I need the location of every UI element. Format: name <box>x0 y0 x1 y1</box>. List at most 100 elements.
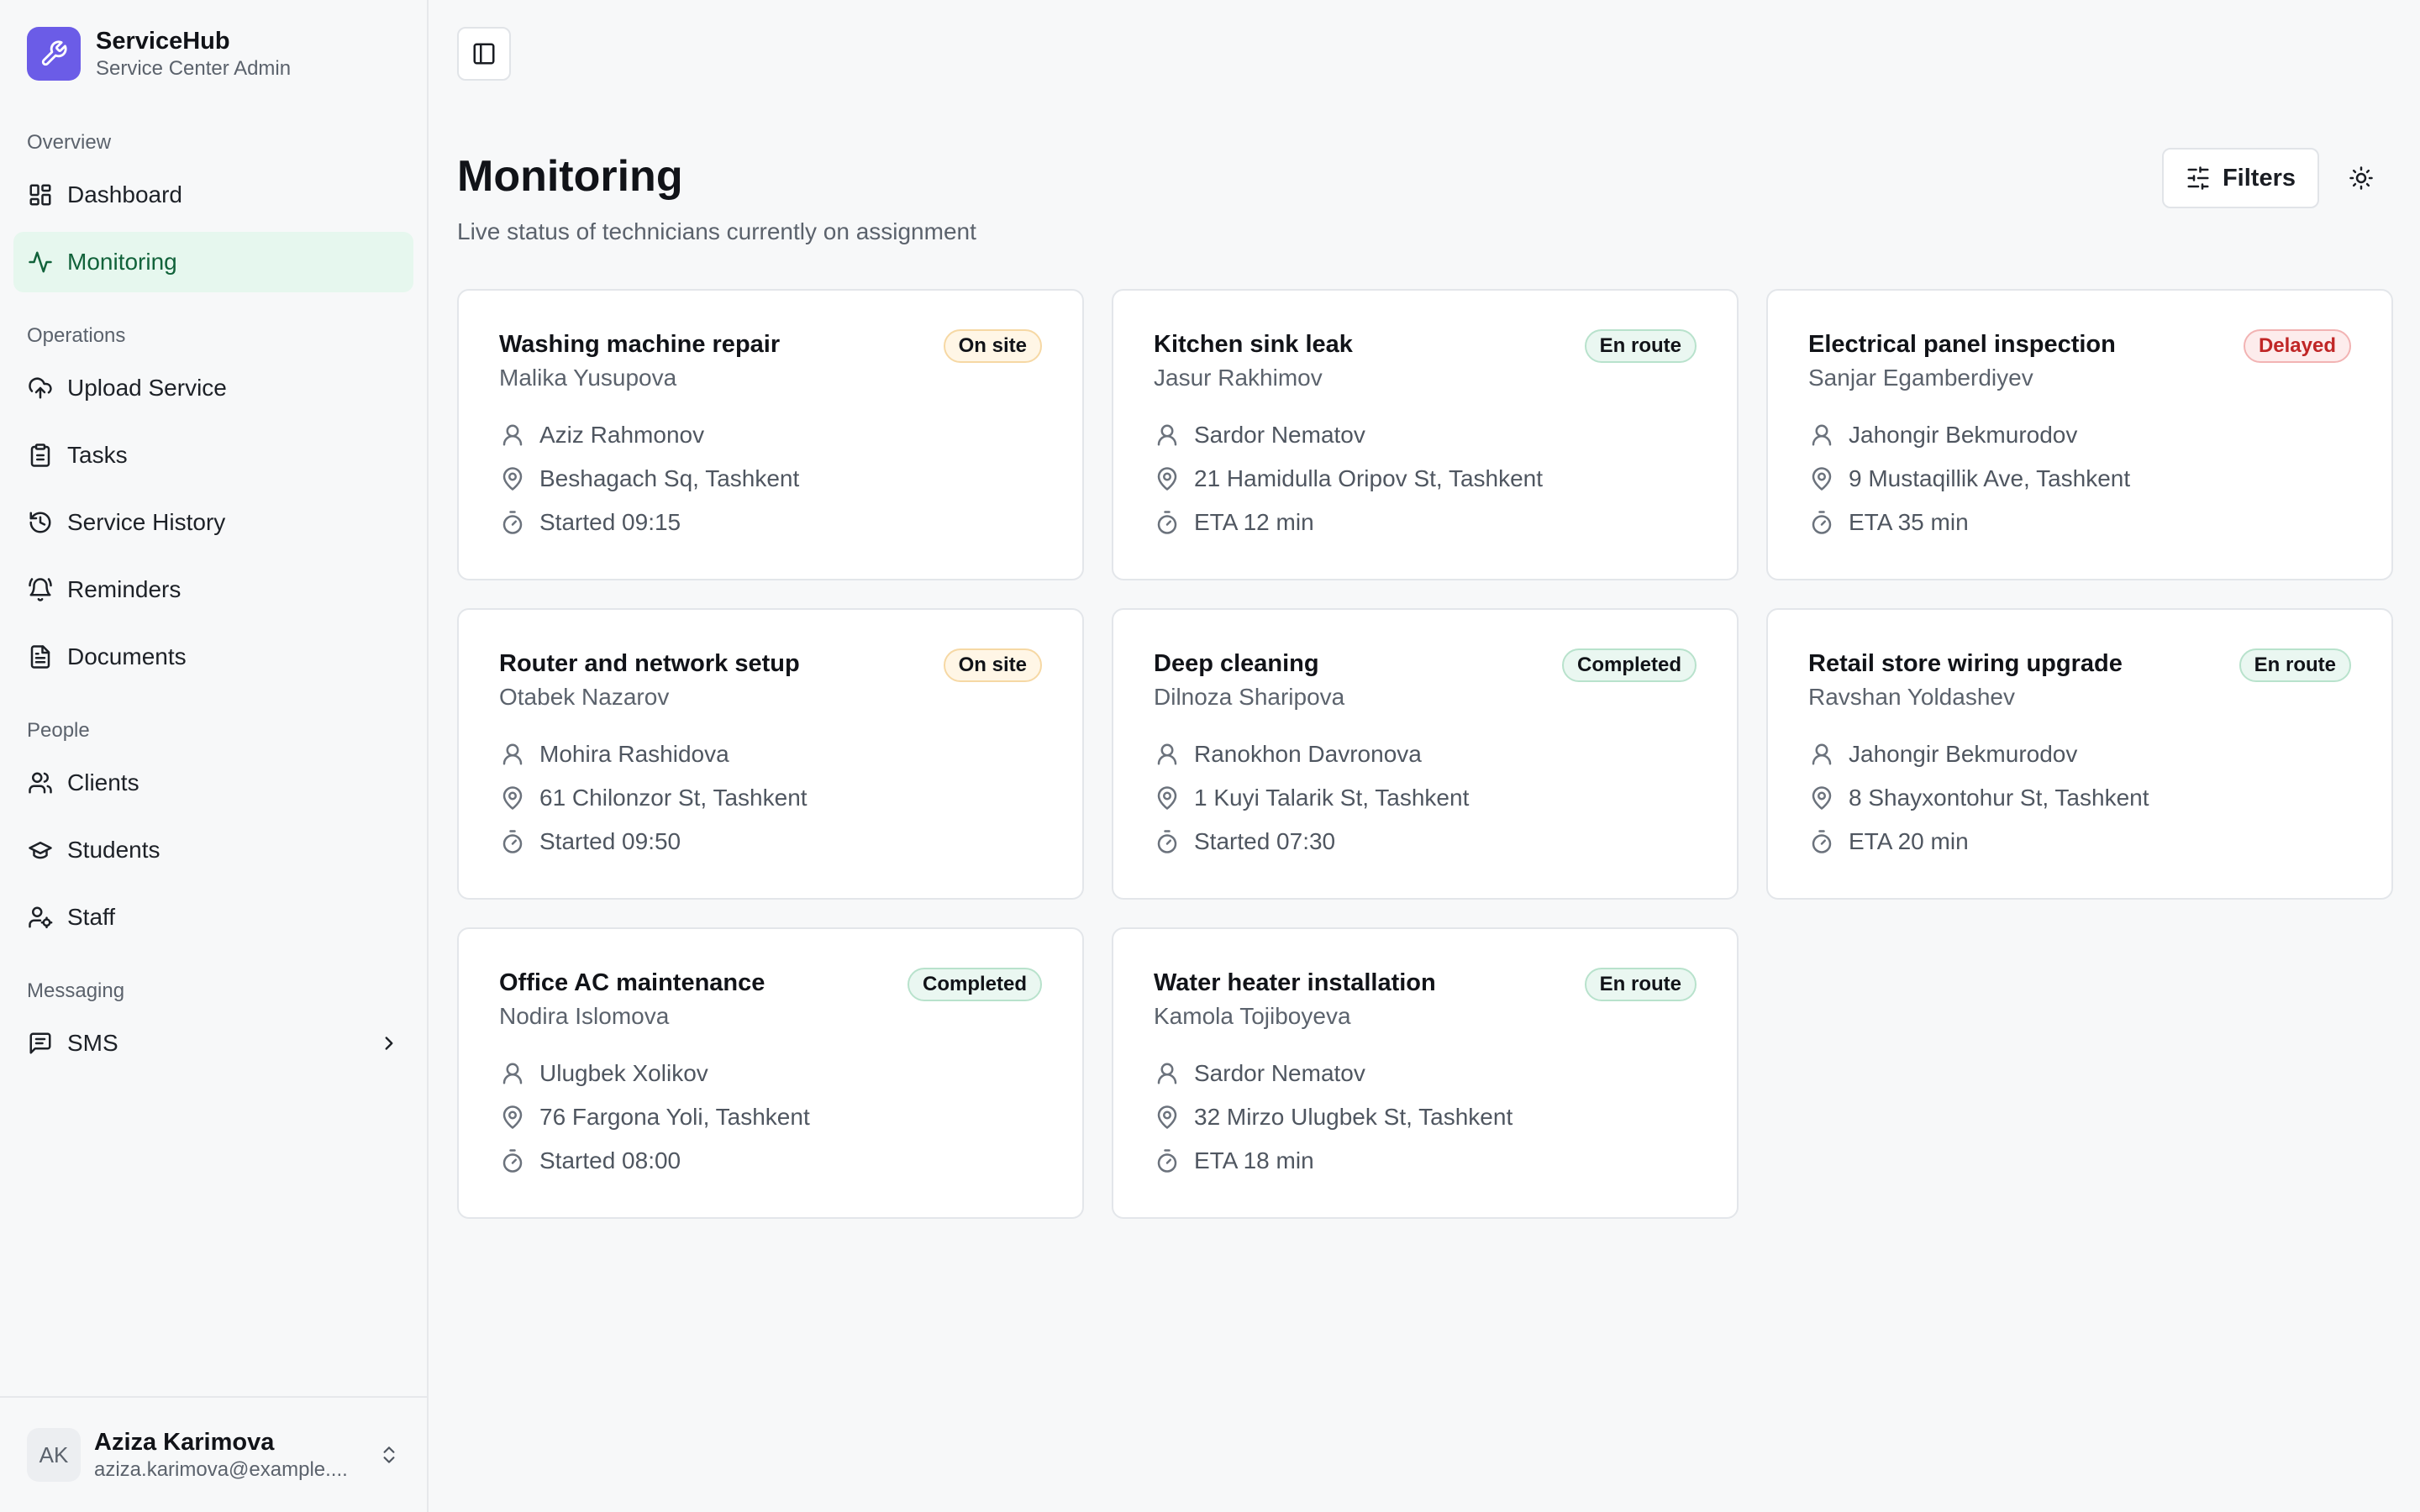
address-row: 61 Chilonzor St, Tashkent <box>499 776 1042 820</box>
time-text: Started 08:00 <box>539 1147 681 1173</box>
address-text: 21 Hamidulla Oripov St, Tashkent <box>1194 465 1544 491</box>
page-header: Monitoring Live status of technicians cu… <box>457 150 2391 245</box>
card-client: Dilnoza Sharipova <box>1154 684 1345 710</box>
sidebar-toggle-button[interactable] <box>457 27 511 81</box>
technician-row: Ulugbek Xolikov <box>499 1052 1042 1095</box>
sidebar-item-label: Monitoring <box>67 249 177 275</box>
sidebar-item-documents[interactable]: Documents <box>13 627 413 687</box>
card-title: Kitchen sink leak <box>1154 331 1353 358</box>
user-menu[interactable]: AK Aziza Karimova aziza.karimova@example… <box>0 1396 427 1512</box>
message-icon <box>27 1030 54 1057</box>
address-row: 9 Mustaqillik Ave, Tashkent <box>1808 457 2351 501</box>
assignment-card[interactable]: Washing machine repair Malika Yusupova O… <box>457 289 1084 580</box>
address-row: 8 Shayxontohur St, Tashkent <box>1808 776 2351 820</box>
sidebar: ServiceHub Service Center Admin Overview… <box>0 0 429 1512</box>
time-text: Started 09:15 <box>539 509 681 535</box>
status-badge: En route <box>1584 329 1697 363</box>
main-content: Monitoring Live status of technicians cu… <box>429 0 2420 1512</box>
sidebar-item-students[interactable]: Students <box>13 820 413 880</box>
activity-icon <box>27 249 54 276</box>
filters-button[interactable]: Filters <box>2161 148 2319 208</box>
graduation-cap-icon <box>27 837 54 864</box>
card-client: Malika Yusupova <box>499 365 677 391</box>
timer-icon <box>499 509 526 536</box>
card-title: Electrical panel inspection <box>1808 331 2116 358</box>
timer-icon <box>499 828 526 855</box>
time-row: Started 08:00 <box>499 1139 1042 1183</box>
technician-name: Sardor Nematov <box>1194 422 1365 448</box>
address-text: 9 Mustaqillik Ave, Tashkent <box>1849 465 2131 491</box>
panel-left-icon <box>471 41 497 66</box>
map-pin-icon <box>1808 785 1835 811</box>
map-pin-icon <box>499 465 526 492</box>
technician-name: Jahongir Bekmurodov <box>1849 422 2078 448</box>
card-client: Kamola Tojiboyeva <box>1154 1003 1351 1029</box>
timer-icon <box>1808 828 1835 855</box>
chevrons-up-down-icon <box>378 1444 400 1466</box>
sidebar-item-label: Service History <box>67 509 226 535</box>
address-row: 32 Mirzo Ulugbek St, Tashkent <box>1154 1095 1697 1139</box>
card-client: Ravshan Yoldashev <box>1808 684 2015 710</box>
address-text: 1 Kuyi Talarik St, Tashkent <box>1194 785 1470 811</box>
address-text: Beshagach Sq, Tashkent <box>539 465 800 491</box>
address-row: 1 Kuyi Talarik St, Tashkent <box>1154 776 1697 820</box>
sidebar-item-monitoring[interactable]: Monitoring <box>13 232 413 292</box>
status-badge: En route <box>1584 968 1697 1001</box>
assignment-card[interactable]: Electrical panel inspection Sanjar Egamb… <box>1766 289 2393 580</box>
sidebar-item-staff[interactable]: Staff <box>13 887 413 948</box>
timer-icon <box>1808 509 1835 536</box>
assignment-card[interactable]: Office AC maintenance Nodira Islomova Co… <box>457 927 1084 1219</box>
assignment-card[interactable]: Router and network setup Otabek Nazarov … <box>457 608 1084 900</box>
user-icon <box>1154 422 1181 449</box>
sidebar-item-tasks[interactable]: Tasks <box>13 425 413 486</box>
sidebar-item-dashboard[interactable]: Dashboard <box>13 165 413 225</box>
card-client: Sanjar Egamberdiyev <box>1808 365 2033 391</box>
sidebar-item-service-history[interactable]: Service History <box>13 492 413 553</box>
status-badge: En route <box>2238 648 2351 682</box>
time-row: ETA 18 min <box>1154 1139 1697 1183</box>
user-icon <box>1154 741 1181 768</box>
brand-name: ServiceHub <box>96 28 230 55</box>
address-text: 8 Shayxontohur St, Tashkent <box>1849 785 2149 811</box>
card-title: Water heater installation <box>1154 969 1436 996</box>
address-text: 32 Mirzo Ulugbek St, Tashkent <box>1194 1104 1513 1130</box>
theme-toggle-button[interactable] <box>2331 148 2391 208</box>
address-row: Beshagach Sq, Tashkent <box>499 457 1042 501</box>
sidebar-item-label: Tasks <box>67 442 128 468</box>
card-client: Otabek Nazarov <box>499 684 670 710</box>
timer-icon <box>499 1147 526 1174</box>
user-icon <box>499 741 526 768</box>
card-title: Washing machine repair <box>499 331 781 358</box>
brand[interactable]: ServiceHub Service Center Admin <box>0 0 427 108</box>
sidebar-item-label: Reminders <box>67 576 182 602</box>
sidebar-item-sms[interactable]: SMS <box>13 1013 413 1074</box>
sidebar-item-upload-service[interactable]: Upload Service <box>13 358 413 418</box>
sidebar-item-reminders[interactable]: Reminders <box>13 559 413 620</box>
section-label-messaging: Messaging <box>27 979 125 1002</box>
assignment-grid: Washing machine repair Malika Yusupova O… <box>457 289 2393 1219</box>
assignment-card[interactable]: Water heater installation Kamola Tojiboy… <box>1112 927 1739 1219</box>
filters-label: Filters <box>2222 164 2296 192</box>
map-pin-icon <box>1154 1104 1181 1131</box>
time-row: ETA 12 min <box>1154 501 1697 544</box>
sidebar-item-clients[interactable]: Clients <box>13 753 413 813</box>
user-name: Aziza Karimova <box>94 1429 275 1456</box>
timer-icon <box>1154 1147 1181 1174</box>
assignment-card[interactable]: Retail store wiring upgrade Ravshan Yold… <box>1766 608 2393 900</box>
technician-name: Aziz Rahmonov <box>539 422 705 448</box>
technician-row: Mohira Rashidova <box>499 732 1042 776</box>
time-text: Started 09:50 <box>539 828 681 854</box>
user-icon <box>1808 741 1835 768</box>
technician-name: Jahongir Bekmurodov <box>1849 741 2078 767</box>
timer-icon <box>1154 509 1181 536</box>
time-row: Started 07:30 <box>1154 820 1697 864</box>
status-badge: On site <box>943 329 1042 363</box>
card-title: Office AC maintenance <box>499 969 765 996</box>
sidebar-nav: Overview Dashboard Monitoring Operations <box>0 108 427 1080</box>
user-icon <box>499 422 526 449</box>
time-text: ETA 35 min <box>1849 509 1969 535</box>
assignment-card[interactable]: Deep cleaning Dilnoza Sharipova Complete… <box>1112 608 1739 900</box>
assignment-card[interactable]: Kitchen sink leak Jasur Rakhimov En rout… <box>1112 289 1739 580</box>
chevron-right-icon <box>378 1032 400 1054</box>
address-row: 21 Hamidulla Oripov St, Tashkent <box>1154 457 1697 501</box>
